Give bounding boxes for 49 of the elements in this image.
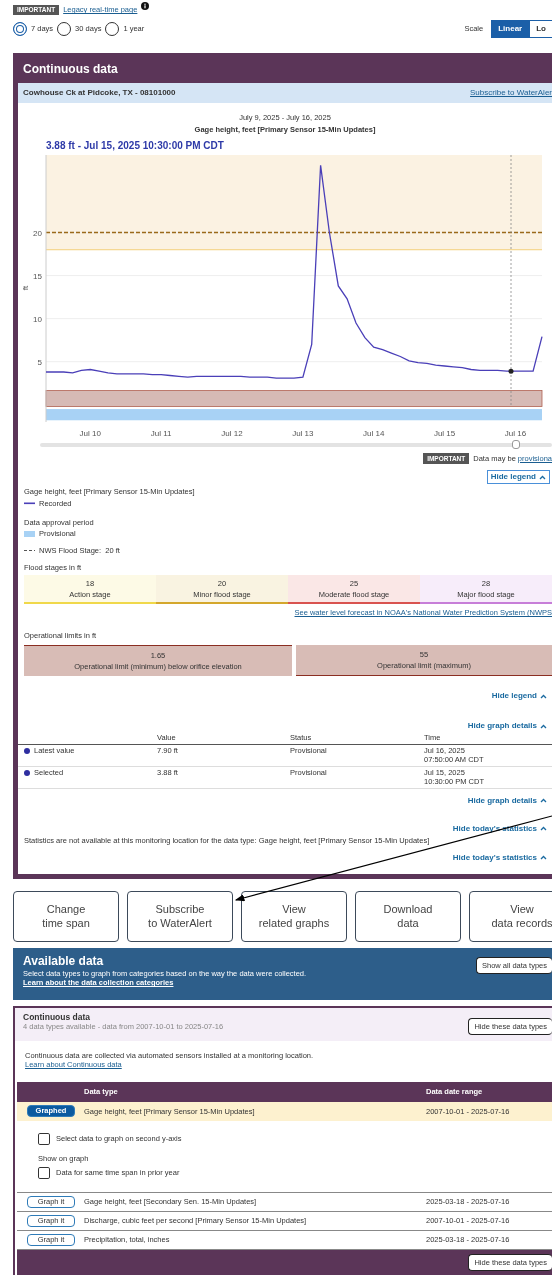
axis-tick-label: Jul 16 <box>504 428 527 438</box>
toggle-button[interactable]: Hide legend <box>488 690 550 703</box>
caret-icon <box>540 723 547 729</box>
section-title: Available data <box>23 953 105 969</box>
checkbox[interactable] <box>38 1132 50 1145</box>
series-dot-icon <box>24 747 30 754</box>
caret-icon <box>540 693 547 699</box>
axis-tick-label: Jul 15 <box>433 428 456 438</box>
caret-icon <box>540 855 547 861</box>
axis-tick-label: Jul 10 <box>79 428 101 438</box>
axis-tick-label: Jul 11 <box>150 428 172 438</box>
action-button[interactable]: Download data <box>355 890 461 942</box>
axis-tick-label: Jul 14 <box>363 428 385 438</box>
dashed-line-icon <box>24 549 35 553</box>
action-button[interactable]: Subscribe to WaterAlert <box>127 890 233 942</box>
time-span-radio[interactable] <box>57 22 72 37</box>
axis-tick-label: 5 <box>37 357 42 367</box>
axis-tick-label: 20 <box>33 228 42 237</box>
axis-tick-label: Jul 12 <box>221 428 243 438</box>
category-title: Continuous data <box>23 1011 92 1023</box>
subscribe-link[interactable]: Subscribe to WaterAler <box>470 88 552 98</box>
toggle-button[interactable]: Hide graph details <box>464 720 550 733</box>
axis-tick-label: Jul 13 <box>292 428 314 438</box>
axis-label: ft <box>21 285 30 290</box>
series-dot-icon <box>24 769 30 776</box>
caret-icon <box>539 474 546 480</box>
brush-handle[interactable] <box>512 439 521 449</box>
checkbox[interactable] <box>38 1167 50 1180</box>
toggle-button[interactable]: Hide today's statistics <box>449 822 550 835</box>
scale-option-button[interactable]: Linear <box>491 20 530 39</box>
panel-title: Continuous data <box>22 61 119 78</box>
site-name: Cowhouse Ck at Pidcoke, TX - 08101000 <box>23 88 176 98</box>
axis-tick-label: 15 <box>33 271 42 281</box>
selected-reading: 3.88 ft - Jul 15, 2025 10:30:00 PM CDT <box>45 138 225 153</box>
caret-icon <box>540 798 547 803</box>
provisional-swatch-icon <box>24 530 35 537</box>
line-swatch-icon <box>24 501 35 505</box>
action-button[interactable]: Change time span <box>13 890 119 942</box>
action-button[interactable]: View data records <box>469 890 552 942</box>
toggle-button[interactable]: Hide legend <box>486 470 550 485</box>
scale-option-button[interactable]: Lo <box>529 20 552 39</box>
time-span-radio[interactable] <box>13 22 27 37</box>
caret-icon <box>540 826 547 831</box>
info-icon <box>141 2 150 11</box>
toggle-button[interactable]: Hide today's statistics <box>449 851 550 864</box>
toggle-button[interactable]: Hide graph details <box>464 794 550 807</box>
action-button[interactable]: View related graphs <box>241 890 347 942</box>
time-span-radio[interactable] <box>105 22 120 37</box>
axis-tick-label: 10 <box>33 314 42 324</box>
